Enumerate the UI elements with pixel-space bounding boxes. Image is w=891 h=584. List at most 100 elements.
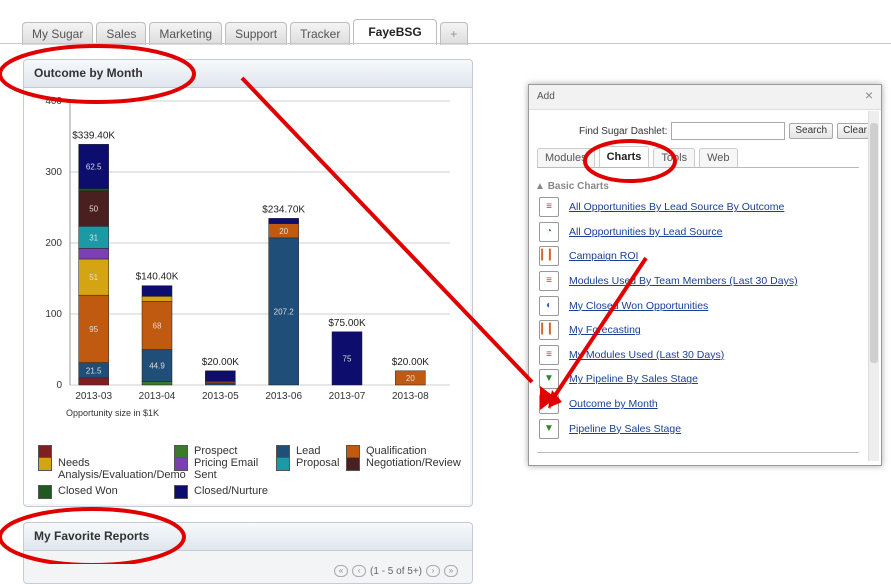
find-dashlet-input[interactable] xyxy=(671,122,786,140)
bar-segment xyxy=(205,382,236,386)
list-item[interactable]: ◐ My Closed Won Opportunities xyxy=(539,293,798,318)
tab-modules[interactable]: Modules xyxy=(537,148,595,167)
legend-item: Closed/Nurture xyxy=(174,485,274,499)
add-tab-button[interactable]: + xyxy=(439,22,468,45)
stacked-bar-chart-icon: ≡ xyxy=(539,271,559,292)
dashlet-link[interactable]: Campaign ROI xyxy=(569,250,638,262)
add-dashlet-dialog: Add × Find Sugar Dashlet: Search Clear M… xyxy=(528,84,882,466)
legend-label: Closed/Nurture xyxy=(194,485,268,497)
y-tick-label: 200 xyxy=(45,238,62,249)
list-item[interactable]: ◔ All Opportunities by Lead Source xyxy=(539,220,798,245)
bar-total-label: $20.00K xyxy=(202,357,240,368)
tab-divider xyxy=(0,43,891,44)
bar-segment xyxy=(78,377,109,386)
list-item[interactable]: ≡ My Modules Used (Last 30 Days) xyxy=(539,343,798,368)
outcome-chart: 0 100 200 300 400 21.5 95 51 31 50 62.5 $339.40K 201… xyxy=(45,96,450,418)
pie-chart-icon: ◔ xyxy=(539,221,559,242)
segment-value-label: 50 xyxy=(89,205,98,214)
dashlet-link[interactable]: All Opportunities By Lead Source By Outc… xyxy=(569,201,784,213)
y-tick-label: 100 xyxy=(45,309,62,320)
list-item[interactable]: ▎▎ Campaign ROI xyxy=(539,244,798,269)
dashlet-category-tabs: Modules Charts Tools Web xyxy=(537,145,859,168)
bar-segment xyxy=(141,285,173,297)
y-tick-label: 0 xyxy=(56,380,62,391)
dialog-scrollbar[interactable] xyxy=(868,111,879,461)
bar-segment xyxy=(78,248,109,260)
prev-page-button[interactable]: ‹ xyxy=(352,565,367,577)
bar-total-label: $140.40K xyxy=(136,272,179,283)
chart-area: 0 100 200 300 400 21.5 95 51 31 50 62.5 $339.40K 201… xyxy=(24,88,470,504)
segment-value-label: 20 xyxy=(406,374,415,383)
bar-total-label: $75.00K xyxy=(328,318,366,329)
tab-bar: My Sugar Sales Marketing Support Tracker… xyxy=(0,0,891,45)
tab-tracker[interactable]: Tracker xyxy=(290,22,351,45)
list-item[interactable]: ▼ My Pipeline By Sales Stage xyxy=(539,367,798,392)
legend-item: Pricing Email Sent xyxy=(174,457,274,481)
bar-chart-icon: ▎▎ xyxy=(539,394,559,415)
dashlet-link[interactable]: Pipeline By Sales Stage xyxy=(569,423,681,435)
legend-label: Qualification xyxy=(366,445,427,457)
pager-text: (1 - 5 of 5+) xyxy=(370,565,422,577)
funnel-chart-icon: ▼ xyxy=(539,418,559,439)
tab-my-sugar[interactable]: My Sugar xyxy=(22,22,94,45)
legend-label: Pricing Email Sent xyxy=(194,457,259,481)
list-item[interactable]: ▎▎ My Forecasting xyxy=(539,318,798,343)
dashlet-link[interactable]: Outcome by Month xyxy=(569,398,658,410)
segment-value-label: 51 xyxy=(89,273,98,282)
dashlet-link[interactable]: My Modules Used (Last 30 Days) xyxy=(569,349,724,361)
tab-web[interactable]: Web xyxy=(699,148,738,167)
dashlet-title[interactable]: Outcome by Month xyxy=(24,60,472,88)
dialog-title: Add xyxy=(529,85,881,110)
bar-segment xyxy=(141,381,173,386)
x-tick-label: 2013-06 xyxy=(265,391,302,402)
list-item[interactable]: ▎▎ Outcome by Month xyxy=(539,392,798,417)
next-page-button[interactable]: › xyxy=(426,565,440,577)
x-tick-label: 2013-07 xyxy=(329,391,366,402)
collapse-icon: ▲ xyxy=(535,181,548,192)
last-page-button[interactable]: » xyxy=(444,565,458,577)
legend-swatch xyxy=(174,457,188,471)
bar-total-label: $20.00K xyxy=(392,357,430,368)
dashlet-link[interactable]: My Forecasting xyxy=(569,324,641,336)
bar-segment xyxy=(78,188,109,192)
x-axis-title: Opportunity size in $1K xyxy=(66,408,159,418)
dashlet-link[interactable]: Modules Used By Team Members (Last 30 Da… xyxy=(569,275,798,287)
bar-segment xyxy=(205,370,236,382)
bar-chart-icon: ▎▎ xyxy=(539,246,559,267)
legend-item: Needs Analysis/Evaluation/Demo xyxy=(38,457,186,481)
dashlet-link[interactable]: All Opportunities by Lead Source xyxy=(569,226,723,238)
tab-fayebsg[interactable]: FayeBSG xyxy=(353,19,437,45)
segment-value-label: 31 xyxy=(89,233,98,242)
x-tick-label: 2013-04 xyxy=(139,391,176,402)
x-tick-label: 2013-03 xyxy=(75,391,112,402)
tab-charts[interactable]: Charts xyxy=(598,146,650,167)
tab-marketing[interactable]: Marketing xyxy=(149,22,223,45)
scrollbar-thumb[interactable] xyxy=(870,123,878,363)
dashlet-link[interactable]: My Closed Won Opportunities xyxy=(569,300,708,312)
segment-value-label: 207.2 xyxy=(274,307,295,316)
search-button[interactable]: Search xyxy=(789,123,834,139)
tab-sales[interactable]: Sales xyxy=(96,22,147,45)
tab-support[interactable]: Support xyxy=(225,22,288,45)
list-item[interactable]: ≡ Modules Used By Team Members (Last 30 D… xyxy=(539,269,798,294)
basic-charts-header[interactable]: ▲ Basic Charts xyxy=(535,181,609,192)
segment-value-label: 44.9 xyxy=(149,362,165,371)
stacked-bar-chart-icon: ≡ xyxy=(539,197,559,218)
list-item[interactable]: ≡ All Opportunities By Lead Source By Out… xyxy=(539,195,798,220)
segment-value-label: 20 xyxy=(279,227,288,236)
dashlet-title-reports[interactable]: My Favorite Reports xyxy=(24,523,472,551)
legend-label: Lead xyxy=(296,445,321,457)
tab-tools[interactable]: Tools xyxy=(653,148,696,167)
dashlet-link[interactable]: My Pipeline By Sales Stage xyxy=(569,373,698,385)
first-page-button[interactable]: « xyxy=(334,565,349,577)
segment-value-label: 68 xyxy=(153,321,162,330)
segment-value-label: 95 xyxy=(89,325,98,334)
legend-label: Needs Analysis/Evaluation/Demo xyxy=(58,457,186,481)
y-tick-label: 400 xyxy=(45,96,62,107)
close-icon[interactable]: × xyxy=(865,87,873,103)
dialog-divider xyxy=(537,452,859,453)
chart-dashlet-list: ≡ All Opportunities By Lead Source By Out… xyxy=(539,195,798,441)
stacked-bar-chart-icon: ≡ xyxy=(539,344,559,365)
list-item[interactable]: ▼ Pipeline By Sales Stage xyxy=(539,416,798,441)
legend-label: Proposal xyxy=(296,457,340,469)
